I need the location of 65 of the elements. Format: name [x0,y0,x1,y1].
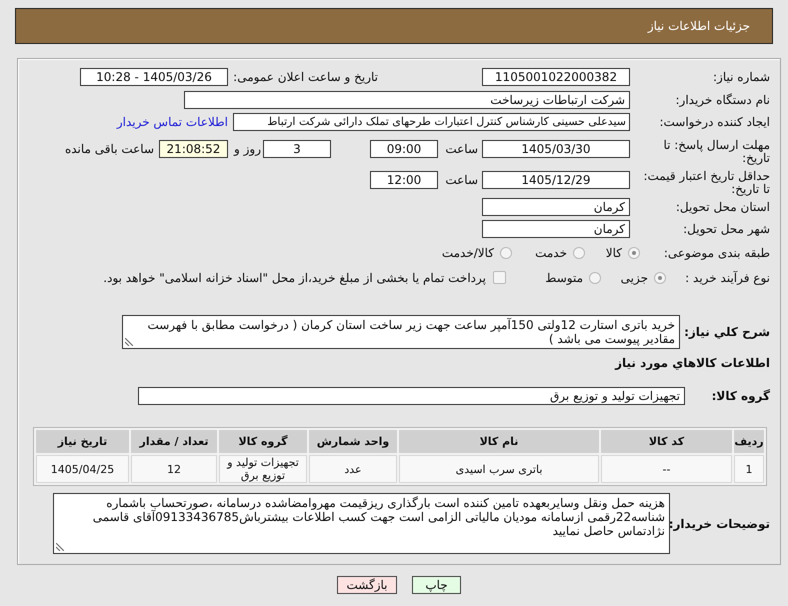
field-label: ساعت [444,141,478,158]
table-cell: عدد [309,455,397,483]
text-field[interactable]: 09:00 [370,140,438,158]
text-area[interactable]: هزینه حمل ونقل وسایربعهده تامین کننده است بارگذاری ریزقیمت مهروامضاشده درسامانه ،صورتحساب باشماره شناسه22رقمی ازسامانه مودیان مالیاتی الزامی است جهت کسب اطلاعات بیشترباش09133436785آقای قاسمی نژادتماس حاصل نمایید [53,493,670,554]
table-cell: 1405/04/25 [36,455,129,483]
option-label: متوسط [545,270,583,284]
print-button[interactable]: چاپ [412,576,461,594]
table-cell: باتری سرب اسیدی [399,455,599,483]
radio-button[interactable] [573,246,585,258]
buyer-contact-link[interactable]: اطلاعات تماس خریدار [116,115,228,129]
text-field[interactable]: شرکت ارتباطات زیرساخت [184,90,630,108]
checkbox-label: پرداخت تمام یا بخشی از مبلغ خرید،از محل "اسناد خزانه اسلامی" خواهد بود. [103,270,486,284]
checkbox[interactable] [493,271,506,284]
text-field[interactable]: 3 [263,140,331,158]
text-field[interactable]: 12:00 [370,171,438,189]
column-header[interactable]: واحد شمارش [309,430,397,453]
field-label: شرح کلي نياز: [684,325,770,339]
option-label: جزیی [620,270,648,284]
text-field[interactable]: 1405/12/29 [482,171,630,189]
field-label: مهلت ارسال پاسخ: تا تاریخ: [662,139,770,165]
option-label: کالا [606,246,622,260]
field-label: گروه کالا: [710,389,770,403]
table-cell: تجهیزات تولید و توزیع برق [219,455,307,483]
radio-button[interactable] [628,246,640,258]
table-cell: 12 [131,455,217,483]
field-label: شهر محل تحویل: [682,222,770,236]
field-label: شماره نیاز: [712,70,770,84]
column-header[interactable]: تعداد / مقدار [131,430,217,453]
column-header[interactable]: تاریخ نیاز [36,430,129,453]
table-cell: -- [601,455,732,483]
resize-grip-icon[interactable] [56,543,64,551]
text-field[interactable]: سیدعلی حسینی کارشناس کنترل اعتبارات طرحهای تملک دارائی شرکت ارتباط [233,113,630,131]
column-header[interactable]: ردیف [734,430,764,453]
field-label: استان محل تحویل: [674,200,770,214]
text-field[interactable]: 1405/03/30 [482,140,630,158]
field-label: طبقه بندی موضوعی: [662,246,770,260]
field-label: نوع فرآیند خرید : [684,270,770,284]
text-field[interactable]: کرمان [482,220,630,238]
radio-button[interactable] [589,272,601,284]
field-label: ساعت [444,172,478,189]
text-field[interactable]: 21:08:52 [159,140,228,158]
back-button[interactable]: بازگشت [337,576,397,594]
option-label: کالا/خدمت [442,246,494,260]
table-cell: 1 [734,455,764,483]
field-label: نام دستگاه خریدار: [674,92,770,106]
field-label: روز و [232,141,261,158]
text-field[interactable]: تجهیزات تولید و توزیع برق [138,387,685,405]
field-label: ایجاد کننده درخواست: [658,115,770,129]
radio-button[interactable] [500,246,512,258]
field-label: تاریخ و ساعت اعلان عمومی: [232,70,378,84]
text-field[interactable]: 1405/03/26 - 10:28 [80,68,228,86]
text-field[interactable]: کرمان [482,198,630,216]
column-header[interactable]: گروه کالا [219,430,307,453]
column-header[interactable]: نام کالا [399,430,599,453]
text-area[interactable]: خرید باتری استارت 12ولتی 150آمپر ساعت جهت زیر ساخت استان کرمان ( درخواست مطابق با فهرست مقادیر پیوست می باشد ) [122,315,680,349]
field-label: حداقل تاریخ اعتبار قیمت: تا تاریخ: [642,170,770,196]
field-label: ساعت باقی مانده [64,141,154,158]
option-label: خدمت [535,246,567,260]
column-header[interactable]: کد کالا [601,430,732,453]
text-field[interactable]: 1105001022000382 [482,68,630,86]
page-title: جزئیات اطلاعات نیاز [648,19,750,33]
resize-grip-icon[interactable] [125,338,134,346]
radio-button[interactable] [654,272,666,284]
field-label: توضیحات خریدار: [670,516,770,530]
section-heading: اطلاعات کالاهاي مورد نياز [615,356,770,370]
